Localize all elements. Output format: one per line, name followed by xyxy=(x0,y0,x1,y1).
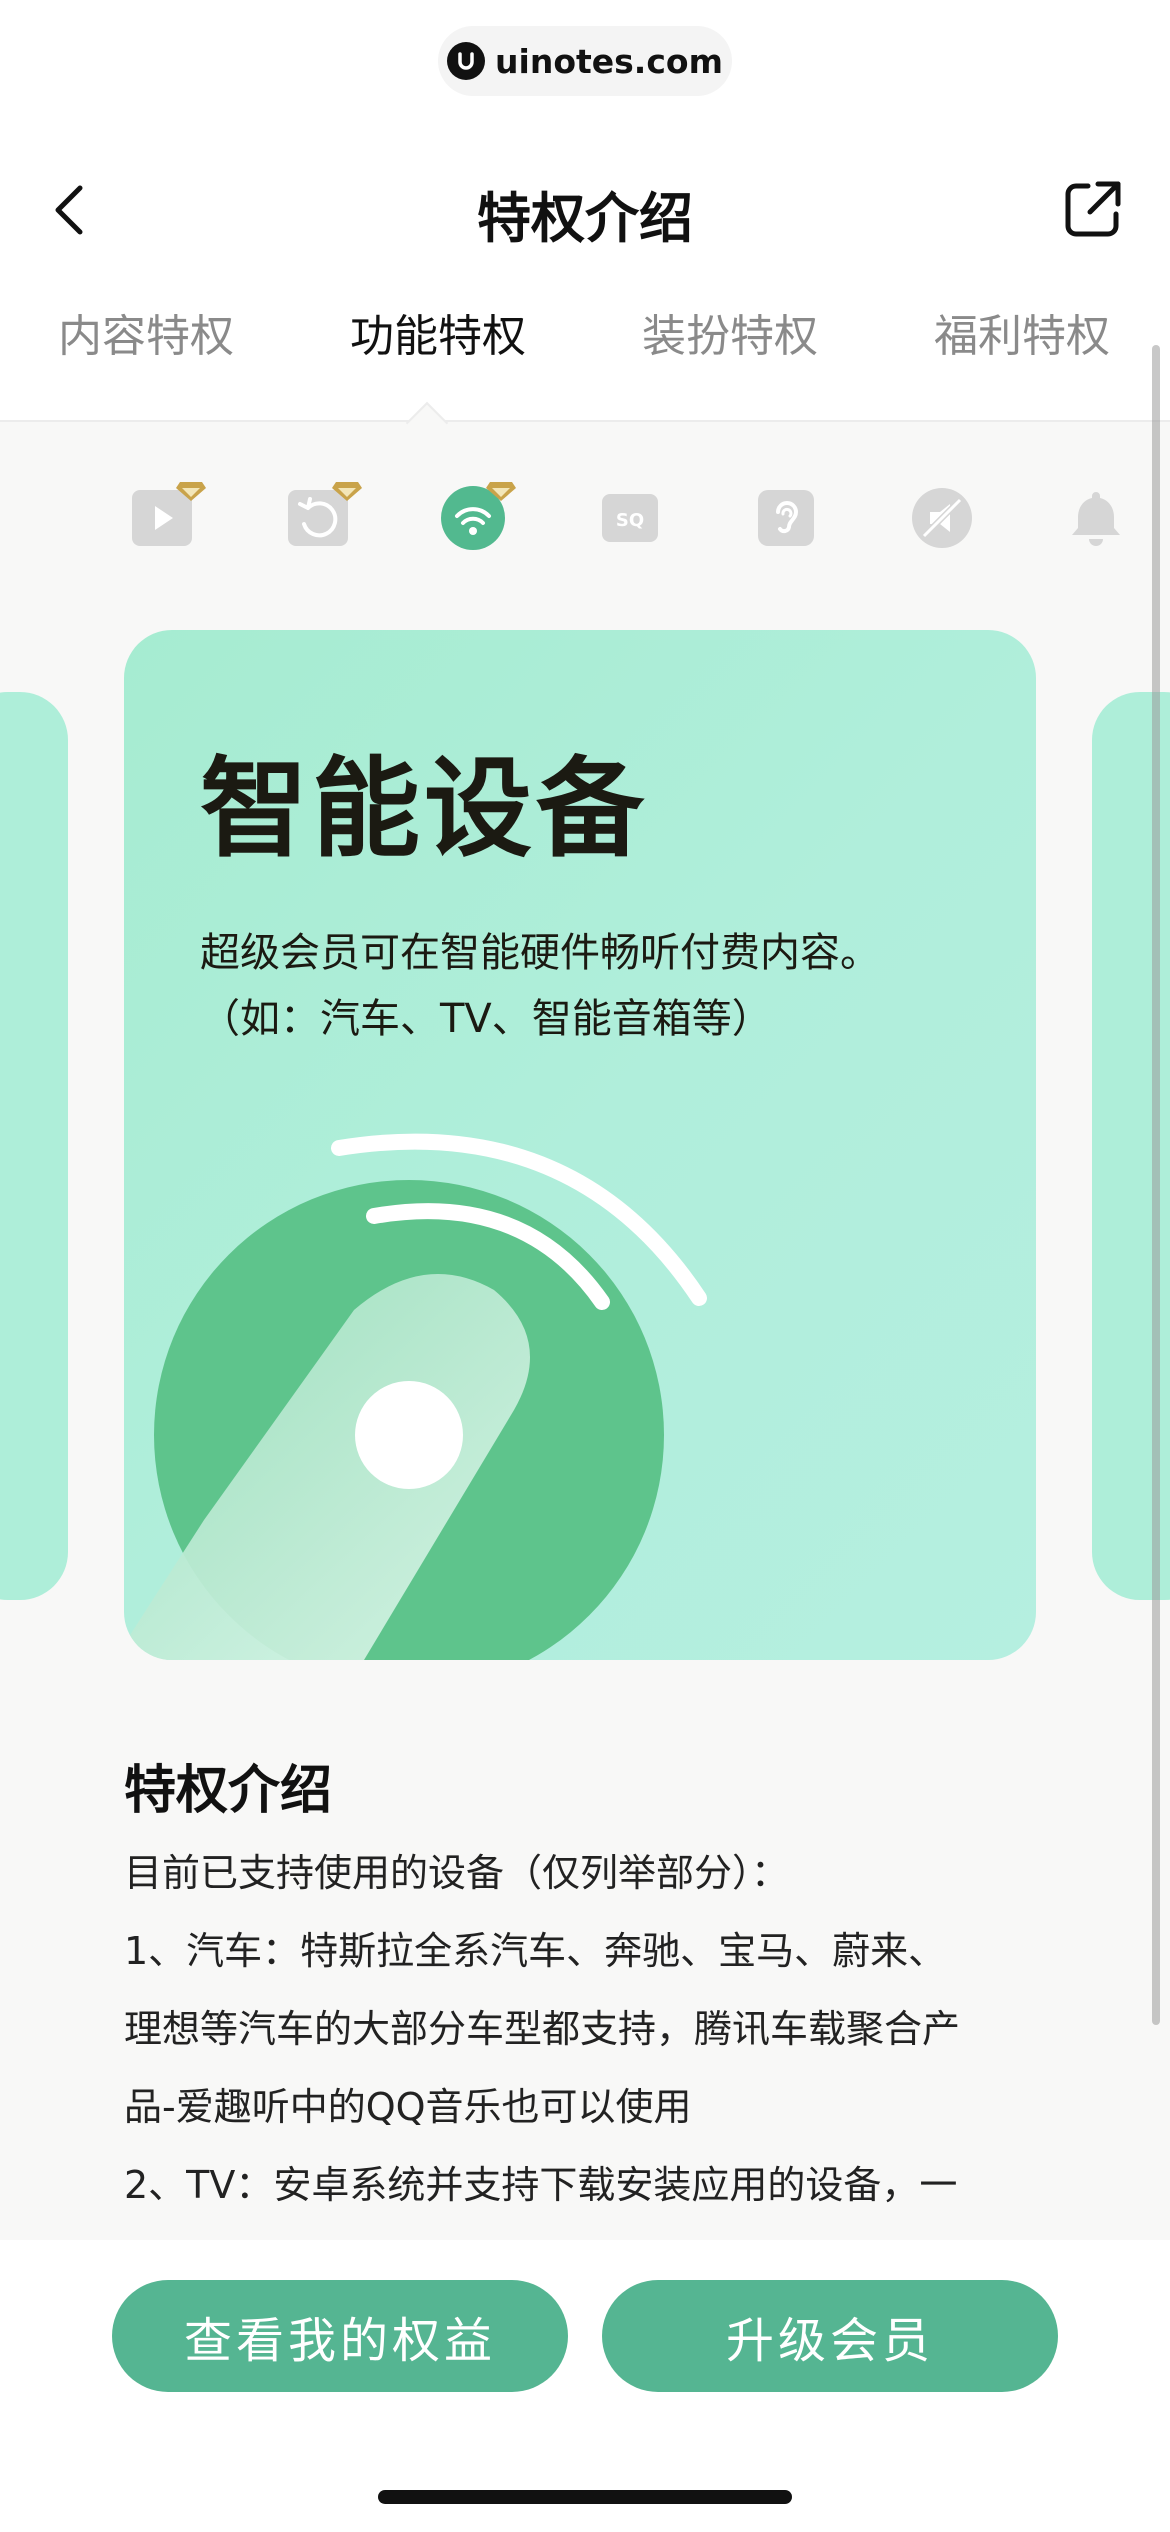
card-desc-line2: （如：汽车、TV、智能音箱等） xyxy=(200,996,772,1042)
tab-welfare-privilege[interactable]: 福利特权 xyxy=(934,300,1110,364)
upgrade-membership-button[interactable]: 升级会员 xyxy=(602,2280,1058,2392)
nav-bar: 特权介绍 xyxy=(0,150,1170,270)
active-tab-indicator xyxy=(405,401,449,445)
share-icon[interactable] xyxy=(1058,176,1126,244)
privilege-tabs: 内容特权 功能特权 装扮特权 福利特权 xyxy=(0,290,1170,380)
tab-content-privilege[interactable]: 内容特权 xyxy=(58,300,234,364)
prev-privilege-card[interactable] xyxy=(0,692,68,1600)
section-line: 1、汽车：特斯拉全系汽车、奔驰、宝马、蔚来、 xyxy=(124,1929,947,1973)
home-indicator[interactable] xyxy=(378,2490,792,2504)
smart-device-card: 智能设备 超级会员可在智能硬件畅听付费内容。 （如：汽车、TV、智能音箱等） xyxy=(124,630,1036,1660)
sq-quality-icon[interactable]: SQ xyxy=(598,486,662,550)
page-title: 特权介绍 xyxy=(477,187,693,250)
bottom-action-bar: 查看我的权益 升级会员 xyxy=(0,2240,1170,2532)
tab-dressup-privilege[interactable]: 装扮特权 xyxy=(642,300,818,364)
url-bar[interactable]: uinotes.com xyxy=(438,26,732,96)
vip-diamond-icon xyxy=(176,480,206,502)
url-domain: uinotes.com xyxy=(495,41,723,81)
section-line: 品-爱趣听中的QQ音乐也可以使用 xyxy=(124,2085,692,2129)
privilege-icon-row: SQ xyxy=(0,474,1170,564)
hearing-icon[interactable] xyxy=(754,486,818,550)
smart-speaker-illustration-icon xyxy=(124,1133,707,1660)
tab-function-privilege[interactable]: 功能特权 xyxy=(350,300,526,364)
scrollbar[interactable] xyxy=(1152,345,1160,2025)
section-line: 目前已支持使用的设备（仅列举部分）： xyxy=(124,1851,790,1895)
section-title: 特权介绍 xyxy=(124,1761,333,1821)
content-area: SQ 智能设备 超级会员可在智能硬件畅听付费内容。 （如：汽车、TV、智能音箱等… xyxy=(0,401,1170,2242)
card-desc-line1: 超级会员可在智能硬件畅听付费内容。 xyxy=(200,930,880,976)
card-title: 智能设备 xyxy=(200,747,649,872)
vip-diamond-icon xyxy=(332,480,362,502)
section-line: 2、TV：安卓系统并支持下载安装应用的设备，一 xyxy=(124,2163,958,2207)
card-description: 超级会员可在智能硬件畅听付费内容。 （如：汽车、TV、智能音箱等） xyxy=(200,920,1000,1052)
uinotes-logo-icon xyxy=(447,42,486,80)
view-my-benefits-button[interactable]: 查看我的权益 xyxy=(112,2280,568,2392)
section-body: 目前已支持使用的设备（仅列举部分）： 1、汽车：特斯拉全系汽车、奔驰、宝马、蔚来… xyxy=(124,1834,1064,2224)
vip-diamond-icon xyxy=(486,480,516,502)
svg-text:SQ: SQ xyxy=(616,510,644,531)
section-line: 理想等汽车的大部分车型都支持，腾讯车载聚合产 xyxy=(124,2007,961,2051)
bell-icon[interactable] xyxy=(1064,486,1128,550)
no-ads-icon[interactable] xyxy=(910,486,974,550)
